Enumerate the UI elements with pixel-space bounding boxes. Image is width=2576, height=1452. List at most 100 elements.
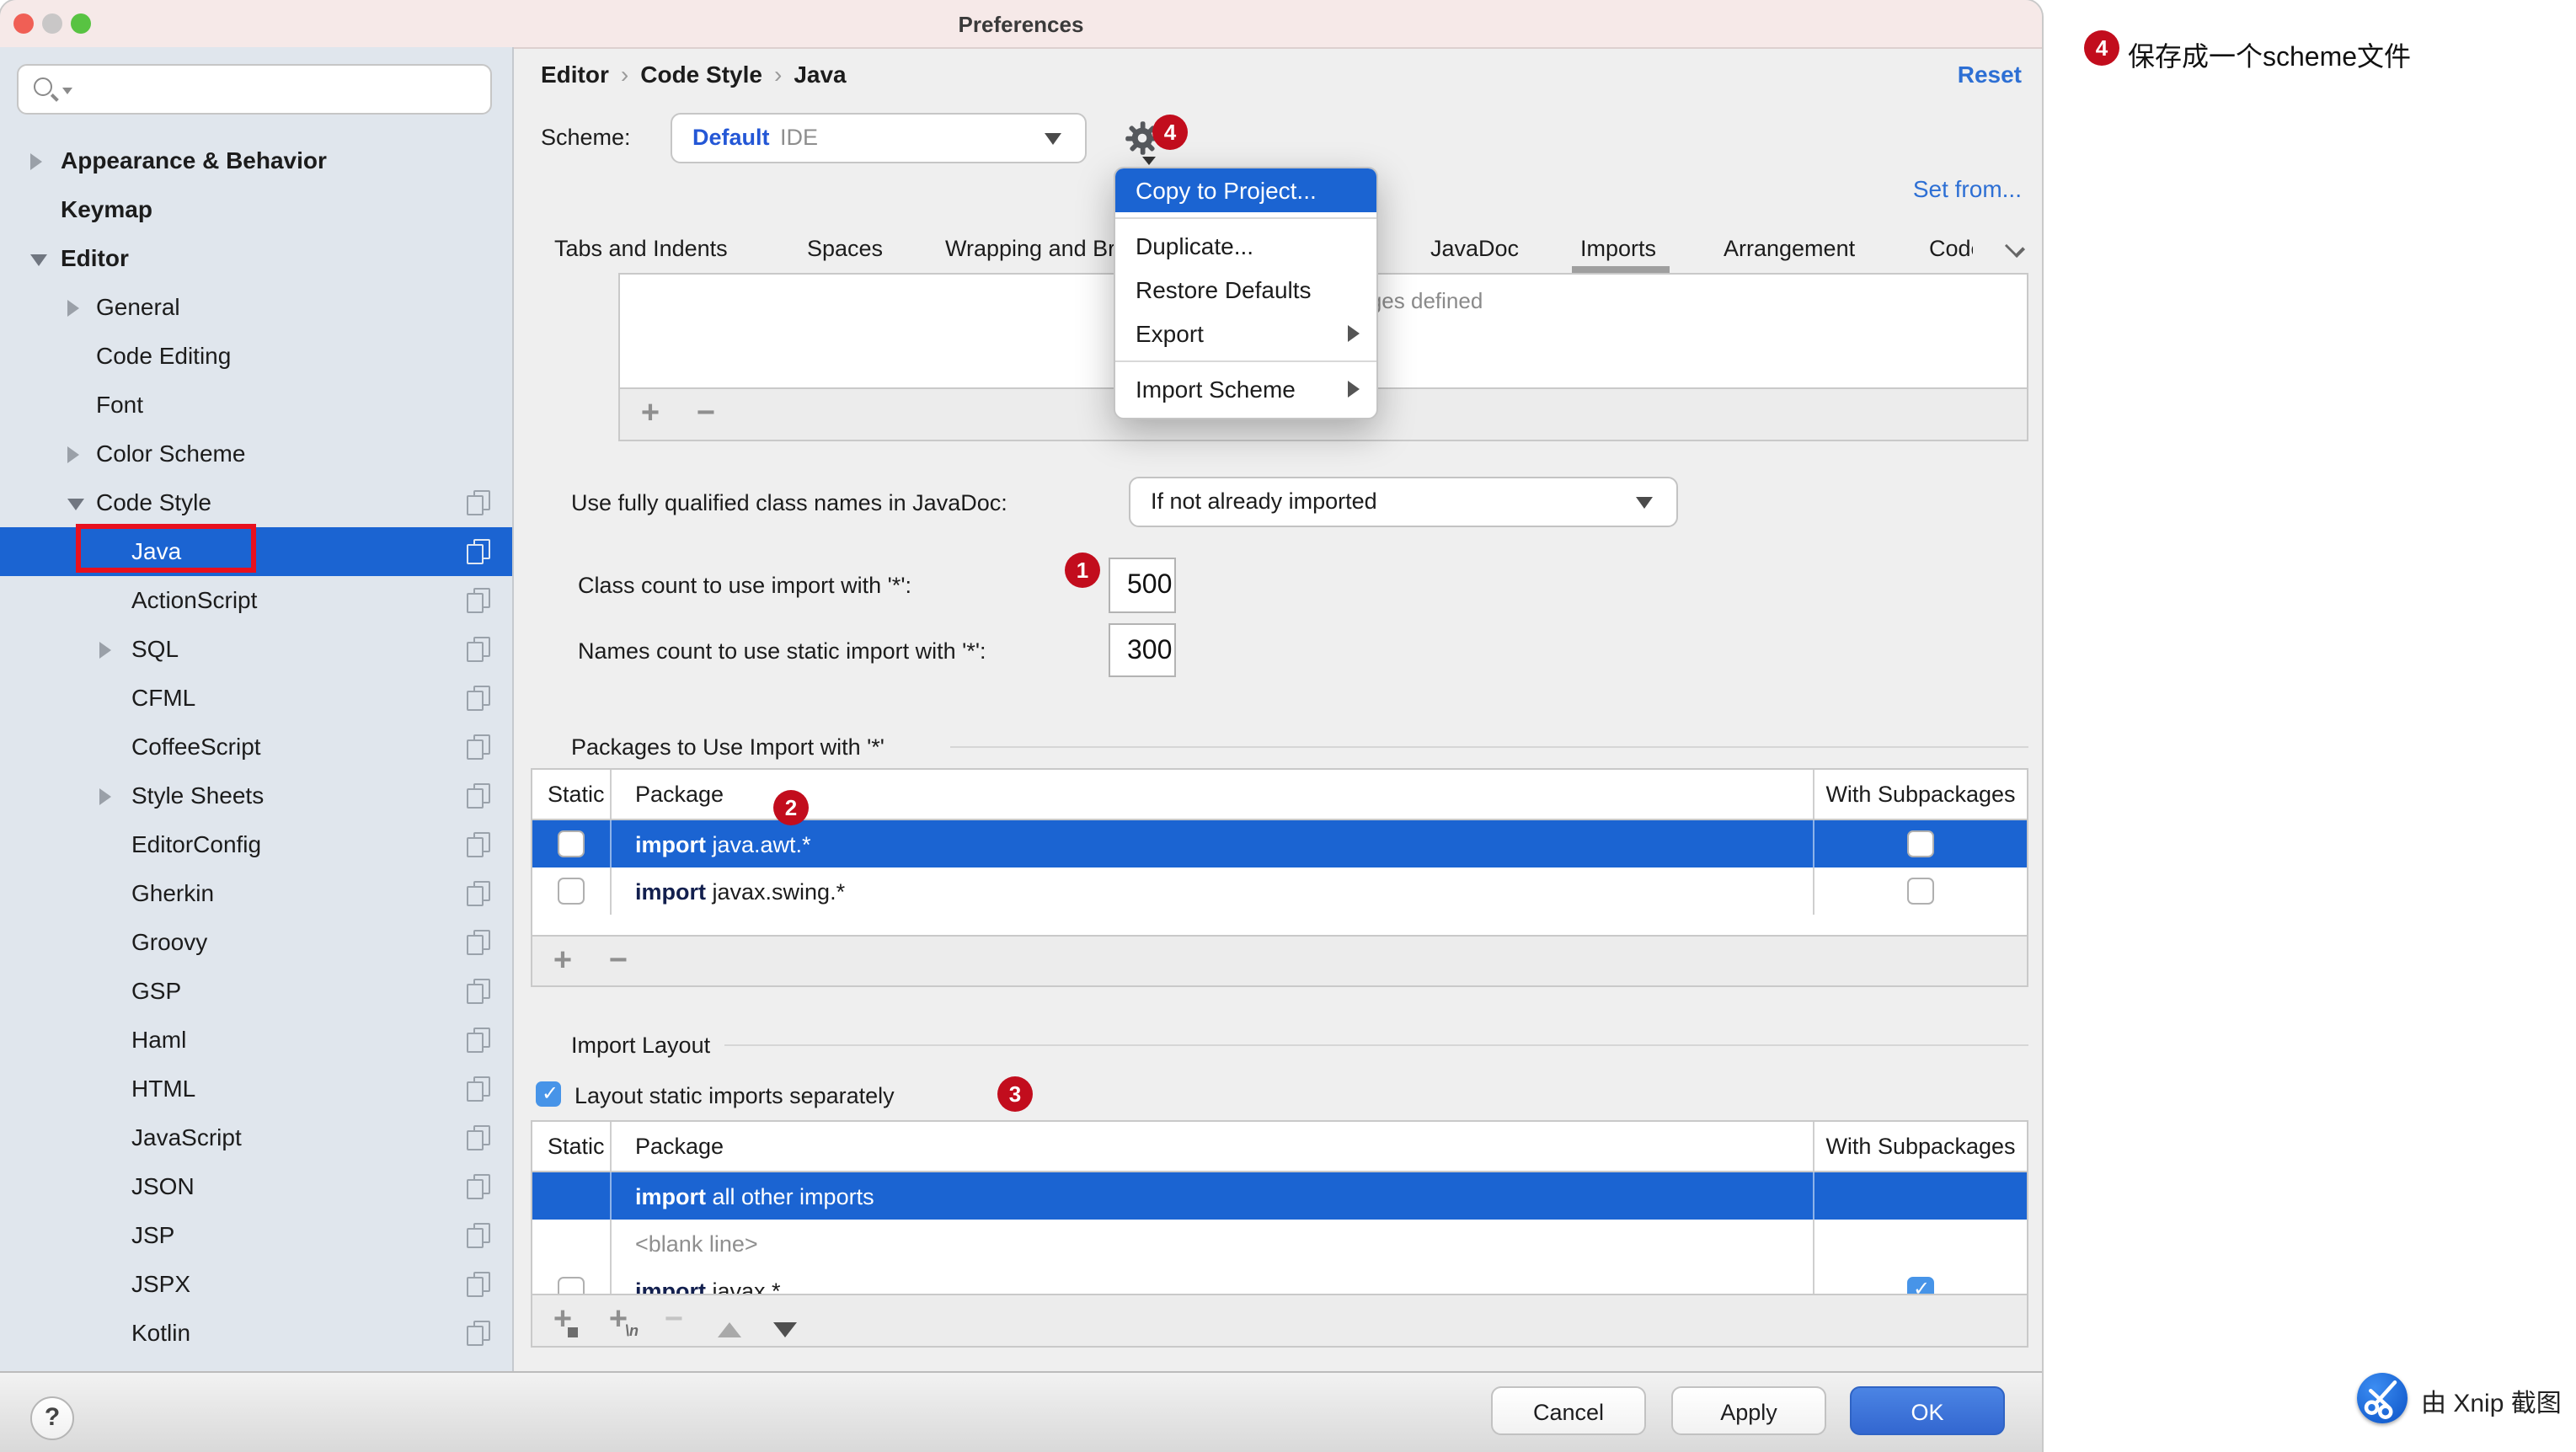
copy-scheme-icon[interactable] bbox=[467, 1222, 490, 1247]
sidebar-item-keymap[interactable]: Keymap bbox=[0, 184, 512, 233]
sidebar-item-groovy[interactable]: Groovy bbox=[0, 917, 512, 966]
copy-scheme-icon[interactable] bbox=[467, 1271, 490, 1296]
collapse-triangle-icon[interactable] bbox=[30, 254, 47, 265]
help-button[interactable]: ? bbox=[30, 1396, 74, 1440]
toolbar-move-up-icon[interactable] bbox=[713, 1295, 746, 1346]
toolbar-add-icon[interactable]: + bbox=[546, 937, 580, 985]
menu-item-copy-to-project[interactable]: Copy to Project... bbox=[1115, 168, 1376, 212]
sidebar-item-font[interactable]: Font bbox=[0, 380, 512, 429]
copy-scheme-icon[interactable] bbox=[467, 978, 490, 1003]
copy-scheme-icon[interactable] bbox=[467, 1124, 490, 1150]
toolbar-remove-icon[interactable]: − bbox=[601, 937, 635, 985]
toolbar-add-package-icon[interactable]: + bbox=[546, 1295, 580, 1346]
collapse-triangle-icon[interactable] bbox=[67, 498, 84, 510]
sidebar-item-appearance-behavior[interactable]: Appearance & Behavior bbox=[0, 136, 512, 184]
table-row[interactable]: import javax.* bbox=[532, 1267, 2027, 1294]
toolbar-remove-icon[interactable]: − bbox=[689, 389, 723, 440]
sidebar-item-general[interactable]: General bbox=[0, 282, 512, 331]
sidebar-item-jspx[interactable]: JSPX bbox=[0, 1259, 512, 1308]
tab-javadoc[interactable]: JavaDoc bbox=[1430, 236, 1519, 261]
copy-scheme-icon[interactable] bbox=[467, 831, 490, 857]
toolbar-remove-disabled-icon[interactable]: − bbox=[657, 1295, 691, 1346]
more-tabs-chevron-icon[interactable] bbox=[2007, 239, 2027, 253]
layout-static-imports-checkbox[interactable] bbox=[536, 1081, 561, 1107]
static-checkbox[interactable] bbox=[558, 878, 585, 905]
copy-scheme-icon[interactable] bbox=[467, 880, 490, 905]
toolbar-add-blank-line-icon[interactable]: +\n bbox=[601, 1295, 635, 1346]
copy-scheme-icon[interactable] bbox=[467, 685, 490, 710]
menu-item-duplicate[interactable]: Duplicate... bbox=[1115, 224, 1376, 268]
with-subpackages-checkbox[interactable] bbox=[1907, 830, 1934, 857]
with-subpackages-checkbox[interactable] bbox=[1907, 878, 1934, 905]
sidebar-item-gherkin[interactable]: Gherkin bbox=[0, 868, 512, 917]
sidebar-item-jsp[interactable]: JSP bbox=[0, 1210, 512, 1259]
expand-triangle-icon[interactable] bbox=[99, 641, 111, 658]
reset-link[interactable]: Reset bbox=[1958, 61, 2022, 88]
sidebar-item-editorconfig[interactable]: EditorConfig bbox=[0, 819, 512, 868]
scheme-select[interactable]: Default IDE bbox=[671, 113, 1087, 163]
expand-triangle-icon[interactable] bbox=[67, 446, 79, 462]
breadcrumb-item-java[interactable]: Java bbox=[794, 61, 846, 88]
sidebar-item-kotlin[interactable]: Kotlin bbox=[0, 1308, 512, 1357]
copy-scheme-icon[interactable] bbox=[467, 636, 490, 661]
tab-tabs-and-indents[interactable]: Tabs and Indents bbox=[554, 236, 728, 261]
copy-scheme-icon[interactable] bbox=[467, 782, 490, 808]
sidebar-item-haml[interactable]: Haml bbox=[0, 1015, 512, 1064]
toolbar-move-down-icon[interactable] bbox=[768, 1295, 802, 1346]
fully-qualified-select[interactable]: If not already imported bbox=[1129, 477, 1678, 527]
static-checkbox[interactable] bbox=[558, 1277, 585, 1294]
expand-triangle-icon[interactable] bbox=[30, 152, 42, 169]
package-text: javax.swing.* bbox=[706, 878, 845, 904]
copy-scheme-icon[interactable] bbox=[467, 1173, 490, 1198]
cancel-button[interactable]: Cancel bbox=[1491, 1386, 1646, 1435]
apply-button[interactable]: Apply bbox=[1671, 1386, 1826, 1435]
tab-imports[interactable]: Imports bbox=[1580, 236, 1656, 261]
copy-scheme-icon[interactable] bbox=[467, 734, 490, 759]
breadcrumb-item-code-style[interactable]: Code Style bbox=[640, 61, 762, 88]
sidebar-item-actionscript[interactable]: ActionScript bbox=[0, 575, 512, 624]
menu-item-import-scheme[interactable]: Import Scheme bbox=[1115, 367, 1376, 411]
sidebar-item-color-scheme[interactable]: Color Scheme bbox=[0, 429, 512, 478]
static-checkbox[interactable] bbox=[558, 830, 585, 857]
expand-triangle-icon[interactable] bbox=[67, 299, 79, 316]
breadcrumb-item-editor[interactable]: Editor bbox=[541, 61, 609, 88]
sidebar-item-html[interactable]: HTML bbox=[0, 1064, 512, 1113]
tab-arrangement[interactable]: Arrangement bbox=[1724, 236, 1855, 261]
copy-scheme-icon[interactable] bbox=[467, 1027, 490, 1052]
with-subpackages-checkbox[interactable] bbox=[1907, 1277, 1934, 1294]
menu-item-label: Import Scheme bbox=[1136, 376, 1296, 403]
class-count-input[interactable]: 500 bbox=[1109, 558, 1176, 613]
tab-code-generation[interactable]: Code Generation bbox=[1929, 236, 1973, 261]
copy-scheme-icon[interactable] bbox=[467, 538, 490, 563]
sidebar-item-style-sheets[interactable]: Style Sheets bbox=[0, 771, 512, 819]
copy-scheme-icon[interactable] bbox=[467, 1076, 490, 1101]
sidebar-item-label: HTML bbox=[131, 1074, 195, 1101]
sidebar-item-code-editing[interactable]: Code Editing bbox=[0, 331, 512, 380]
table-row[interactable]: <blank line> bbox=[532, 1220, 2027, 1267]
sidebar-item-label: JSPX bbox=[131, 1269, 190, 1296]
table-row[interactable]: import all other imports bbox=[532, 1172, 2027, 1220]
toolbar-add-icon[interactable]: + bbox=[633, 389, 667, 440]
table-row[interactable]: import javax.swing.* bbox=[532, 867, 2027, 915]
sidebar-item-sql[interactable]: SQL bbox=[0, 624, 512, 673]
sidebar-item-editor[interactable]: Editor bbox=[0, 233, 512, 282]
ok-button[interactable]: OK bbox=[1850, 1386, 2005, 1435]
copy-scheme-icon[interactable] bbox=[467, 587, 490, 612]
table-row[interactable]: import java.awt.* bbox=[532, 820, 2027, 867]
names-count-label: Names count to use static import with '*… bbox=[578, 638, 986, 664]
copy-scheme-icon[interactable] bbox=[467, 489, 490, 515]
sidebar-item-coffeescript[interactable]: CoffeeScript bbox=[0, 722, 512, 771]
menu-item-export[interactable]: Export bbox=[1115, 312, 1376, 355]
names-count-input[interactable]: 300 bbox=[1109, 623, 1176, 677]
sidebar-item-gsp[interactable]: GSP bbox=[0, 966, 512, 1015]
sidebar-item-code-style[interactable]: Code Style bbox=[0, 478, 512, 526]
sidebar-item-javascript[interactable]: JavaScript bbox=[0, 1113, 512, 1161]
expand-triangle-icon[interactable] bbox=[99, 787, 111, 804]
sidebar-item-json[interactable]: JSON bbox=[0, 1161, 512, 1210]
copy-scheme-icon[interactable] bbox=[467, 929, 490, 954]
menu-item-restore-defaults[interactable]: Restore Defaults bbox=[1115, 268, 1376, 312]
tab-spaces[interactable]: Spaces bbox=[807, 236, 883, 261]
copy-scheme-icon[interactable] bbox=[467, 1320, 490, 1345]
sidebar-item-cfml[interactable]: CFML bbox=[0, 673, 512, 722]
set-from-link[interactable]: Set from... bbox=[1913, 175, 2022, 202]
